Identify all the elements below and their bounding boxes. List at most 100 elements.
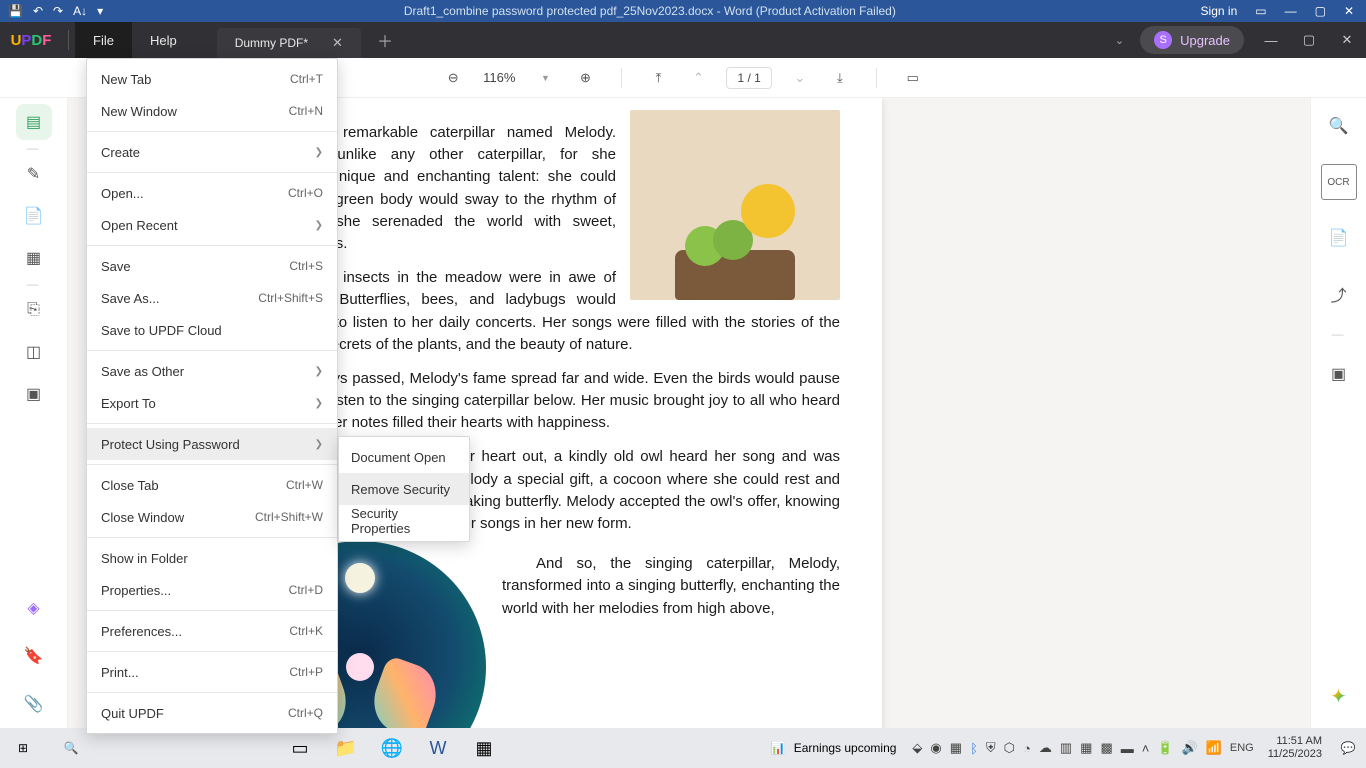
tray-icon[interactable]: ▦ bbox=[950, 740, 962, 756]
word-icon[interactable]: W bbox=[416, 728, 460, 768]
tray-chevron-icon[interactable]: ˄ bbox=[1142, 741, 1150, 756]
crop-tool-icon[interactable]: ◫ bbox=[16, 334, 52, 370]
tray-icon[interactable]: ⬡ bbox=[1004, 740, 1015, 756]
redact-tool-icon[interactable]: ▣ bbox=[16, 376, 52, 412]
ocr-tool-icon[interactable]: OCR bbox=[1321, 164, 1357, 200]
tray-icon[interactable]: ◔ bbox=[1023, 741, 1031, 756]
bookmark-icon[interactable]: 🔖 bbox=[16, 638, 52, 674]
menu-new-window[interactable]: New WindowCtrl+N bbox=[87, 95, 337, 127]
page-tool-icon[interactable]: ▦ bbox=[16, 240, 52, 276]
prev-page-icon[interactable]: ⌃ bbox=[686, 66, 710, 90]
menu-save-as[interactable]: Save As...Ctrl+Shift+S bbox=[87, 282, 337, 314]
task-view-icon[interactable]: ▭ bbox=[278, 728, 322, 768]
menu-open-recent[interactable]: Open Recent❯ bbox=[87, 209, 337, 241]
file-explorer-icon[interactable]: 📁 bbox=[324, 728, 368, 768]
page-indicator[interactable]: 1 / 1 bbox=[726, 67, 771, 89]
organize-tool-icon[interactable]: ⎘ bbox=[16, 292, 52, 328]
menu-protect-password[interactable]: Protect Using Password❯ bbox=[87, 428, 337, 460]
menu-new-tab[interactable]: New TabCtrl+T bbox=[87, 63, 337, 95]
word-maximize-icon[interactable]: ▢ bbox=[1315, 4, 1326, 18]
next-page-icon[interactable]: ⌄ bbox=[788, 66, 812, 90]
wifi-icon[interactable]: 📶 bbox=[1206, 740, 1222, 756]
undo-icon[interactable]: ↶ bbox=[33, 4, 43, 18]
file-menu-button[interactable]: File bbox=[75, 22, 132, 58]
tray-icon[interactable]: ⛨ bbox=[986, 740, 996, 756]
ai-assistant-icon[interactable]: ✦ bbox=[1321, 678, 1357, 714]
menu-save-other[interactable]: Save as Other❯ bbox=[87, 355, 337, 387]
app-icon[interactable]: ▦ bbox=[462, 728, 506, 768]
menu-quit[interactable]: Quit UPDFCtrl+Q bbox=[87, 697, 337, 729]
menu-export-to[interactable]: Export To❯ bbox=[87, 387, 337, 419]
battery-icon[interactable]: 🔋 bbox=[1157, 740, 1173, 756]
left-tool-rail: ▤ — ✎ 📄 ▦ — ⎘ ◫ ▣ ◈ 🔖 📎 bbox=[0, 98, 68, 728]
menu-properties[interactable]: Properties...Ctrl+D bbox=[87, 574, 337, 606]
stamp-tool-icon[interactable]: ▣ bbox=[1321, 356, 1357, 392]
menu-print[interactable]: Print...Ctrl+P bbox=[87, 656, 337, 688]
menu-show-folder[interactable]: Show in Folder bbox=[87, 542, 337, 574]
menu-close-window[interactable]: Close WindowCtrl+Shift+W bbox=[87, 501, 337, 533]
tray-icon[interactable]: ▥ bbox=[1060, 740, 1072, 756]
tray-icon[interactable]: ▩ bbox=[1100, 740, 1112, 756]
tray-icon[interactable]: ◉ bbox=[930, 740, 941, 756]
word-close-icon[interactable]: ✕ bbox=[1344, 4, 1354, 18]
submenu-remove-security[interactable]: Remove Security bbox=[339, 473, 469, 505]
tray-icon[interactable]: ⬙ bbox=[912, 740, 922, 756]
tab-close-icon[interactable]: ✕ bbox=[332, 35, 343, 51]
tray-icon[interactable]: ▦ bbox=[1080, 740, 1092, 756]
menu-create[interactable]: Create❯ bbox=[87, 136, 337, 168]
zoom-in-icon[interactable]: ⊕ bbox=[573, 66, 597, 90]
right-tool-rail: 🔍 OCR 📄 ⤴ — ▣ ✦ bbox=[1310, 98, 1366, 728]
tray-icon[interactable]: ▬ bbox=[1121, 741, 1134, 756]
last-page-icon[interactable]: ⤓ bbox=[828, 66, 852, 90]
zoom-out-icon[interactable]: ⊖ bbox=[441, 66, 465, 90]
zoom-value[interactable]: 116% bbox=[481, 70, 517, 85]
updf-close-icon[interactable]: ✕ bbox=[1328, 22, 1366, 58]
word-minimize-icon[interactable]: — bbox=[1285, 4, 1297, 18]
tray-icon[interactable]: ☁ bbox=[1039, 740, 1052, 756]
zoom-dropdown-icon[interactable]: ▼ bbox=[533, 66, 557, 90]
reader-mode-icon[interactable]: ▤ bbox=[16, 104, 52, 140]
presentation-icon[interactable]: ▭ bbox=[901, 66, 925, 90]
layers-icon[interactable]: ◈ bbox=[16, 590, 52, 626]
more-icon[interactable]: ▾ bbox=[97, 4, 103, 18]
tab-overflow-icon[interactable]: ⌄ bbox=[1099, 34, 1140, 47]
signin-link[interactable]: Sign in bbox=[1201, 4, 1238, 18]
search-button[interactable]: 🔍 bbox=[48, 728, 94, 768]
upgrade-button[interactable]: S Upgrade bbox=[1140, 26, 1244, 54]
menu-close-tab[interactable]: Close TabCtrl+W bbox=[87, 469, 337, 501]
edit-text-tool-icon[interactable]: 📄 bbox=[16, 198, 52, 234]
submenu-security-properties[interactable]: Security Properties bbox=[339, 505, 469, 537]
search-icon[interactable]: 🔍 bbox=[1321, 108, 1357, 144]
save-icon[interactable]: 💾 bbox=[8, 4, 23, 18]
updf-maximize-icon[interactable]: ▢ bbox=[1290, 22, 1328, 58]
updf-minimize-icon[interactable]: — bbox=[1252, 22, 1290, 58]
menu-open[interactable]: Open...Ctrl+O bbox=[87, 177, 337, 209]
submenu-document-open[interactable]: Document Open bbox=[339, 441, 469, 473]
export-file-icon[interactable]: 📄 bbox=[1321, 220, 1357, 256]
attachment-icon[interactable]: 📎 bbox=[16, 686, 52, 722]
volume-icon[interactable]: 🔊 bbox=[1182, 740, 1198, 756]
document-tab[interactable]: Dummy PDF* ✕ bbox=[217, 28, 361, 58]
first-page-icon[interactable]: ⤒ bbox=[646, 66, 670, 90]
menu-preferences[interactable]: Preferences...Ctrl+K bbox=[87, 615, 337, 647]
font-icon[interactable]: A↓ bbox=[73, 4, 87, 18]
ribbon-mode-icon[interactable]: ▭ bbox=[1255, 4, 1266, 18]
notification-center-icon[interactable]: 💬 bbox=[1330, 728, 1366, 768]
highlight-tool-icon[interactable]: ✎ bbox=[16, 156, 52, 192]
help-menu-button[interactable]: Help bbox=[132, 22, 195, 58]
bluetooth-icon[interactable]: ᛒ bbox=[970, 741, 978, 756]
new-tab-button[interactable]: ＋ bbox=[377, 28, 393, 52]
menu-save[interactable]: SaveCtrl+S bbox=[87, 250, 337, 282]
language-indicator[interactable]: ENG bbox=[1230, 742, 1254, 754]
menu-save-cloud[interactable]: Save to UPDF Cloud bbox=[87, 314, 337, 346]
clock-time: 11:51 AM bbox=[1276, 735, 1322, 748]
start-button[interactable]: ⊞ bbox=[0, 728, 46, 768]
news-widget[interactable]: 📊 Earnings upcoming bbox=[761, 741, 907, 755]
updf-caption-bar: UPDF File Help Dummy PDF* ✕ ＋ ⌄ S Upgrad… bbox=[0, 22, 1366, 58]
news-chart-icon: 📊 bbox=[771, 741, 786, 755]
taskbar-clock[interactable]: 11:51 AM 11/25/2023 bbox=[1260, 735, 1330, 761]
chrome-icon[interactable]: 🌐 bbox=[370, 728, 414, 768]
redo-icon[interactable]: ↷ bbox=[53, 4, 63, 18]
rail-separator: — bbox=[1332, 332, 1346, 336]
share-icon[interactable]: ⤴ bbox=[1321, 276, 1357, 312]
